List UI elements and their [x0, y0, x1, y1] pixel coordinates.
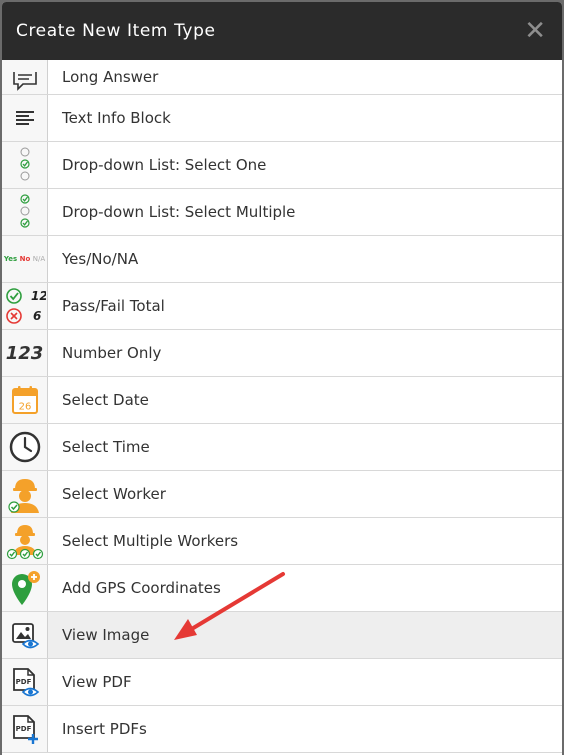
item-type-insert-pdfs[interactable]: PDF Insert PDFs — [2, 706, 562, 753]
svg-text:PDF: PDF — [15, 725, 31, 733]
dropdown-multiple-icon — [19, 194, 30, 228]
item-type-long-answer[interactable]: Long Answer — [2, 60, 562, 95]
svg-text:26: 26 — [18, 402, 31, 413]
item-type-add-gps-coordinates[interactable]: Add GPS Coordinates — [2, 565, 562, 612]
item-type-view-image[interactable]: View Image — [2, 612, 562, 659]
svg-text:PDF: PDF — [15, 678, 31, 686]
view-image-icon — [11, 623, 39, 649]
item-type-label: Pass/Fail Total — [62, 297, 165, 315]
dialog-title: Create New Item Type — [16, 21, 216, 41]
yes-no-na-icon: Yes No N/A — [2, 236, 48, 282]
item-type-label: Yes/No/NA — [62, 250, 139, 268]
calendar-icon: 26 — [11, 386, 38, 414]
svg-text:12: 12 — [31, 289, 46, 303]
item-type-label: View PDF — [62, 673, 132, 691]
item-type-dropdown-select-one[interactable]: Drop-down List: Select One — [2, 142, 562, 189]
item-type-select-multiple-workers[interactable]: Select Multiple Workers — [2, 518, 562, 565]
view-pdf-icon: PDF — [12, 668, 39, 697]
item-type-label: Select Worker — [62, 485, 166, 503]
worker-icon — [7, 479, 39, 513]
pass-fail-icon: 12 6 — [5, 288, 46, 324]
svg-text:6: 6 — [33, 309, 41, 323]
item-type-yes-no-na[interactable]: Yes No N/A Yes/No/NA — [2, 236, 562, 283]
number-icon: 123 — [2, 330, 48, 376]
close-icon[interactable]: ✕ — [524, 18, 546, 44]
insert-pdf-icon: PDF — [12, 715, 38, 744]
item-type-dropdown-select-multiple[interactable]: Drop-down List: Select Multiple — [2, 189, 562, 236]
item-type-label: Select Date — [62, 391, 149, 409]
item-type-list: Long Answer Text Info Block Drop-down Li… — [2, 60, 562, 753]
item-type-select-worker[interactable]: Select Worker — [2, 471, 562, 518]
item-type-label: Insert PDFs — [62, 720, 147, 738]
item-type-number-only[interactable]: 123 Number Only — [2, 330, 562, 377]
clock-icon — [9, 431, 40, 463]
item-type-label: Drop-down List: Select Multiple — [62, 203, 296, 221]
item-type-view-pdf[interactable]: PDF View PDF — [2, 659, 562, 706]
item-type-label: Select Time — [62, 438, 150, 456]
dropdown-single-icon — [19, 147, 30, 181]
item-type-select-time[interactable]: Select Time — [2, 424, 562, 471]
item-type-label: Select Multiple Workers — [62, 532, 239, 550]
workers-icon — [6, 525, 43, 560]
item-type-label: Text Info Block — [62, 109, 171, 127]
long-answer-icon — [12, 72, 37, 91]
item-type-label: View Image — [62, 626, 150, 644]
item-type-text-info-block[interactable]: Text Info Block — [2, 95, 562, 142]
item-type-pass-fail-total[interactable]: 12 6 Pass/Fail Total — [2, 283, 562, 330]
item-type-label: Number Only — [62, 344, 162, 362]
item-type-select-date[interactable]: 26 Select Date — [2, 377, 562, 424]
item-type-label: Drop-down List: Select One — [62, 156, 267, 174]
item-type-label: Add GPS Coordinates — [62, 579, 221, 597]
text-block-icon — [15, 111, 34, 125]
dialog-header: Create New Item Type ✕ — [2, 2, 562, 60]
item-type-label: Long Answer — [62, 68, 159, 86]
gps-pin-icon — [11, 571, 40, 605]
create-item-type-dialog: Create New Item Type ✕ Long Answer Text … — [2, 2, 562, 755]
